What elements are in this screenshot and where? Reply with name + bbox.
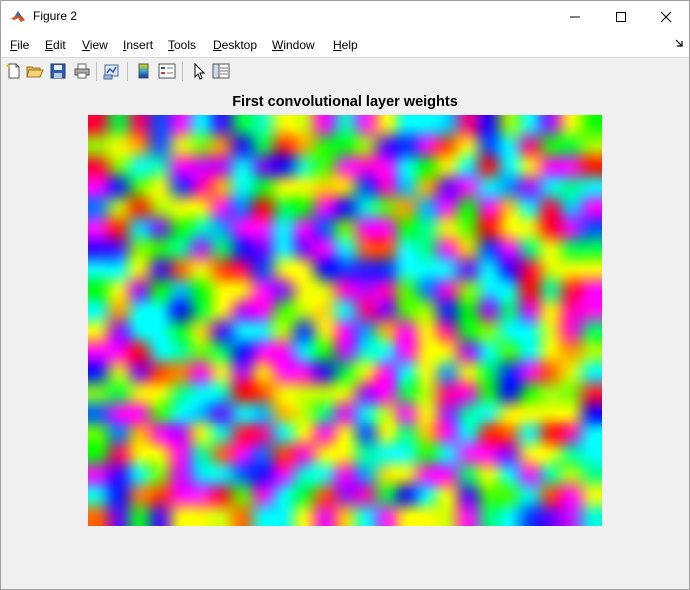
close-icon [660,11,672,22]
maximize-icon [616,11,626,22]
property-inspector-icon[interactable] [212,62,230,80]
save-icon[interactable] [49,62,67,80]
matlab-icon [10,8,26,24]
figure-canvas[interactable]: First convolutional layer weights [1,85,689,589]
menu-desktop[interactable]: Desktop [213,38,257,52]
colorbar-icon[interactable] [135,62,153,80]
pointer-icon[interactable] [190,62,208,80]
toolbar-separator [182,62,183,81]
close-button[interactable] [643,1,689,32]
toolbar-separator [96,62,97,81]
figure-window: Figure 2 File Edit View Insert Tools Des… [0,0,690,590]
menu-edit[interactable]: Edit [45,38,66,52]
new-figure-icon[interactable] [5,62,23,80]
maximize-button[interactable] [598,1,644,32]
menu-tools[interactable]: Tools [168,38,196,52]
window-title: Figure 2 [33,9,78,23]
print-icon[interactable] [73,62,91,80]
toolbar-separator [127,62,128,81]
axes-title: First convolutional layer weights [232,94,458,110]
weights-montage-image[interactable] [88,115,602,526]
menu-view[interactable]: View [82,38,108,52]
menu-help[interactable]: Help [333,38,358,52]
minimize-button[interactable] [552,1,598,32]
title-bar[interactable]: Figure 2 [1,1,689,32]
minimize-icon [570,16,580,17]
figure-toolbar [1,57,689,86]
link-plot-icon[interactable] [103,62,121,80]
dock-figure-icon[interactable] [675,38,685,48]
menu-window[interactable]: Window [272,38,315,52]
open-file-icon[interactable] [26,62,44,80]
menu-file[interactable]: File [10,38,29,52]
menu-bar: File Edit View Insert Tools Desktop Wind… [1,32,689,57]
menu-insert[interactable]: Insert [123,38,153,52]
legend-icon[interactable] [158,62,176,80]
